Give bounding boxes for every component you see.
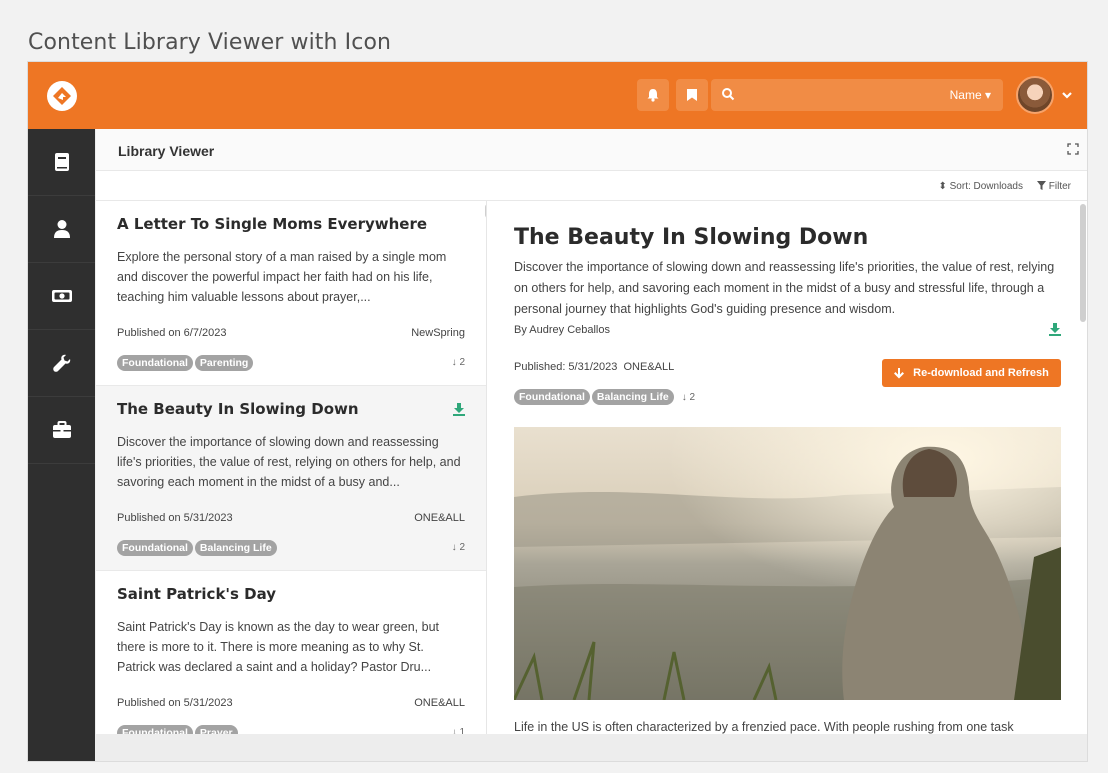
top-header: Name ▾ xyxy=(28,62,1087,129)
content-list: A Letter To Single Moms Everywhere Explo… xyxy=(96,201,487,734)
list-item[interactable]: The Beauty In Slowing Down Discover the … xyxy=(96,386,486,571)
detail-tags: Foundational Balancing Life ↓ 2 xyxy=(514,389,695,405)
filter-label: Filter xyxy=(1048,181,1071,192)
detail-scrollbar[interactable] xyxy=(1080,204,1086,322)
bookmarks-button[interactable] xyxy=(676,79,708,111)
bookmark-icon xyxy=(687,89,697,101)
list-scrollbar[interactable] xyxy=(485,204,486,218)
fullscreen-icon[interactable] xyxy=(1067,143,1079,155)
detail-description: Discover the importance of slowing down … xyxy=(514,260,1055,316)
downloaded-icon xyxy=(453,403,465,416)
list-item[interactable]: Saint Patrick's Day Saint Patrick's Day … xyxy=(96,571,486,734)
screenshot-caption: Content Library Viewer with Icon xyxy=(28,30,392,55)
wrench-icon xyxy=(52,354,70,372)
detail-body: Life in the US is often characterized by… xyxy=(514,720,1014,734)
item-title: The Beauty In Slowing Down xyxy=(117,400,359,418)
filter-icon xyxy=(1036,181,1046,190)
arrow-down-icon xyxy=(894,367,905,378)
logo-icon xyxy=(53,87,71,105)
bell-icon xyxy=(647,89,659,102)
sort-button[interactable]: ⬍ Sort: Downloads xyxy=(938,181,1023,192)
item-title: Saint Patrick's Day xyxy=(117,585,277,603)
download-count: ↓ 1 xyxy=(451,726,465,735)
item-description: Explore the personal story of a man rais… xyxy=(117,250,447,304)
list-item[interactable]: A Letter To Single Moms Everywhere Explo… xyxy=(96,201,486,386)
sidebar-item-people[interactable] xyxy=(28,196,95,263)
tag: Balancing Life xyxy=(591,389,674,405)
downloaded-icon xyxy=(1049,323,1061,336)
item-published: Published on 6/7/2023 xyxy=(117,327,227,339)
item-published: Published on 5/31/2023 xyxy=(117,512,233,524)
tag: Foundational xyxy=(117,355,193,371)
download-count: ↓ 2 xyxy=(451,541,465,553)
hero-image xyxy=(514,427,1061,700)
person-icon xyxy=(53,220,70,238)
sidebar-item-admin-tools[interactable] xyxy=(28,330,95,397)
search-icon xyxy=(722,88,735,101)
money-icon xyxy=(51,290,72,302)
library-viewer-panel: Library Viewer ⬍ Sort: Downloads Filter … xyxy=(96,129,1087,734)
redownload-button[interactable]: Re-download and Refresh xyxy=(882,359,1061,387)
item-source: NewSpring xyxy=(411,327,465,339)
content-detail: The Beauty In Slowing Down Discover the … xyxy=(488,201,1087,734)
chevron-down-icon[interactable] xyxy=(1061,89,1073,101)
item-source: ONE&ALL xyxy=(414,697,465,709)
item-published: Published on 5/31/2023 xyxy=(117,697,233,709)
filter-button[interactable]: Filter xyxy=(1036,181,1071,192)
detail-title: The Beauty In Slowing Down xyxy=(514,225,869,250)
detail-published: Published: 5/31/2023 ONE&ALL xyxy=(514,361,675,373)
download-count: ↓ 2 xyxy=(681,391,696,403)
item-source: ONE&ALL xyxy=(414,512,465,524)
sidebar-item-tools[interactable] xyxy=(28,397,95,464)
main-content: Library Viewer ⬍ Sort: Downloads Filter … xyxy=(95,129,1087,761)
panel-header: Library Viewer xyxy=(96,129,1087,171)
rock-logo[interactable] xyxy=(47,81,77,111)
sidebar-item-content[interactable] xyxy=(28,129,95,196)
tag: Parenting xyxy=(194,355,254,371)
tag: Foundational xyxy=(117,725,193,734)
app-window: Name ▾ Library Viewer ⬍ Sort: Downloads … xyxy=(27,61,1088,762)
briefcase-icon xyxy=(52,421,71,438)
download-count: ↓ 2 xyxy=(451,356,465,368)
list-toolbar: ⬍ Sort: Downloads Filter xyxy=(96,171,1087,201)
tag: Prayer xyxy=(194,725,238,734)
tag: Foundational xyxy=(117,540,193,556)
avatar[interactable] xyxy=(1016,76,1054,114)
sidebar-nav xyxy=(28,129,95,761)
sidebar-item-finance[interactable] xyxy=(28,263,95,330)
search-bar[interactable]: Name ▾ xyxy=(711,79,1003,111)
item-title: A Letter To Single Moms Everywhere xyxy=(117,215,428,233)
tag: Foundational xyxy=(514,389,590,405)
item-description: Discover the importance of slowing down … xyxy=(117,435,461,489)
book-icon xyxy=(54,153,69,171)
notifications-button[interactable] xyxy=(637,79,669,111)
tag: Balancing Life xyxy=(194,540,277,556)
panel-title: Library Viewer xyxy=(118,143,215,159)
item-description: Saint Patrick's Day is known as the day … xyxy=(117,620,439,674)
search-scope-dropdown[interactable]: Name ▾ xyxy=(950,88,991,102)
detail-author: By Audrey Ceballos xyxy=(514,324,610,336)
